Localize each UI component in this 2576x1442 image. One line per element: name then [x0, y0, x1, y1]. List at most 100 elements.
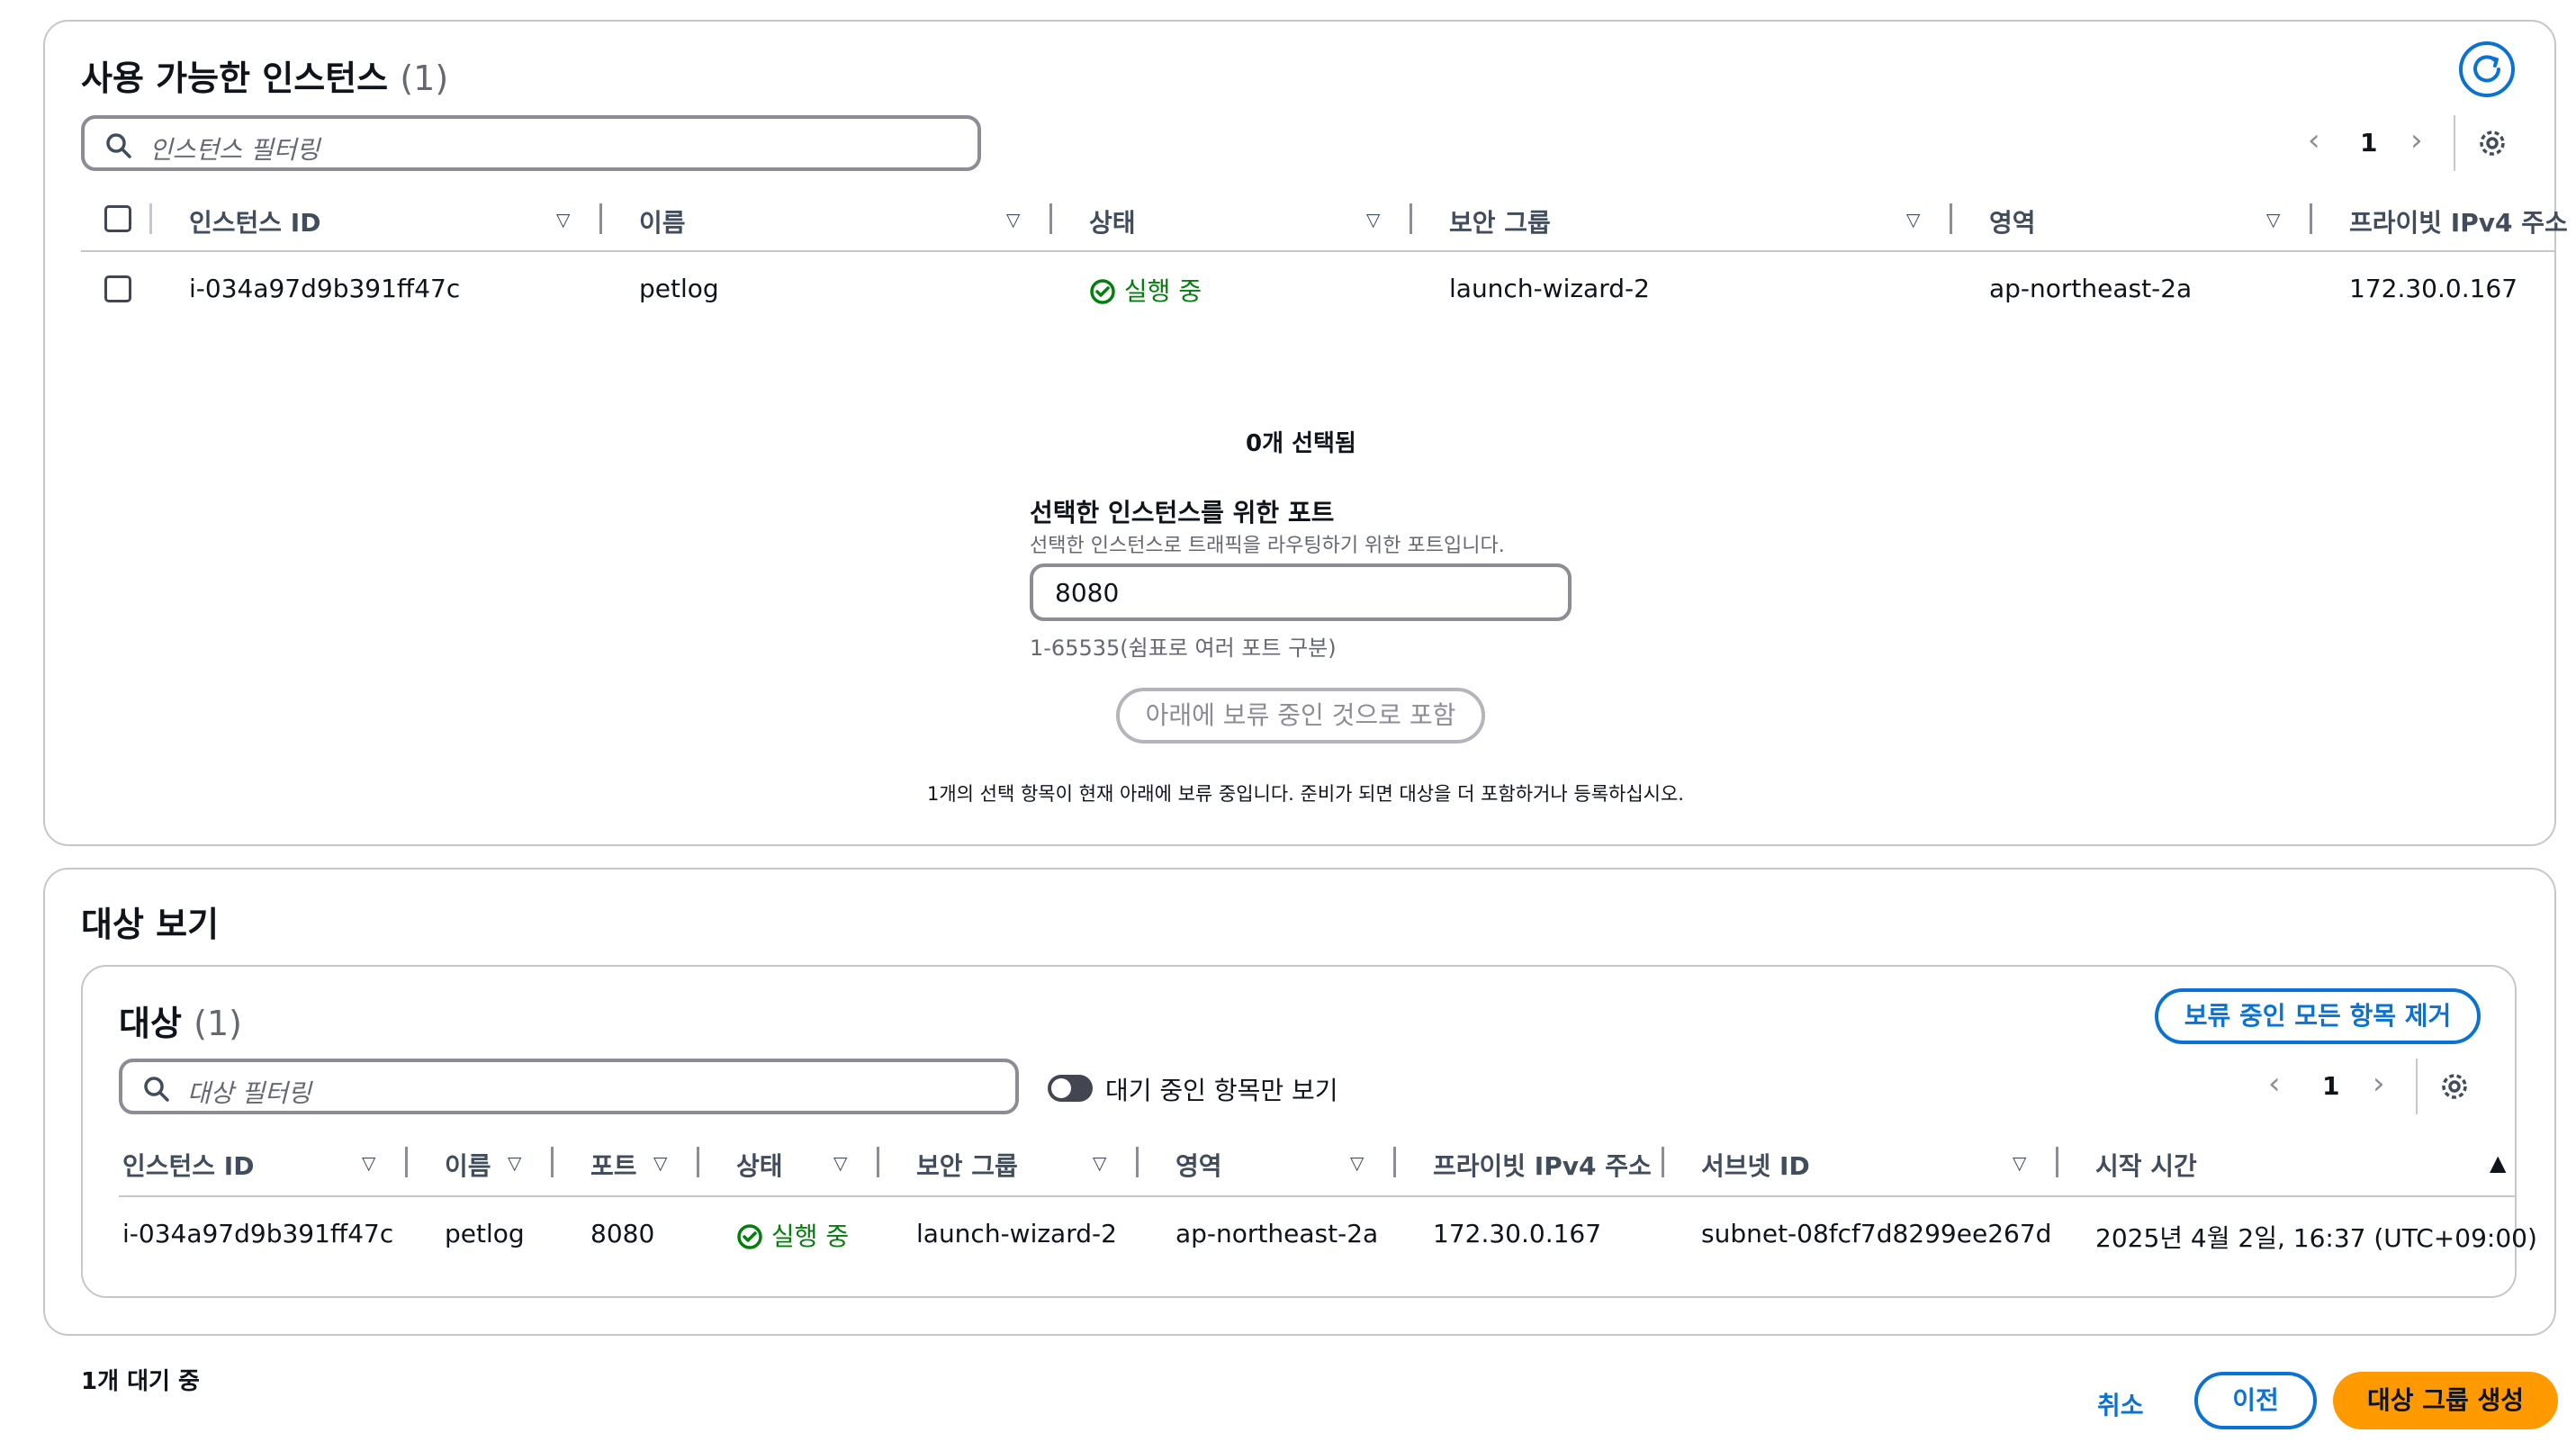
sort-down-icon[interactable]: ▽ — [1006, 209, 1020, 230]
column-divider — [599, 203, 602, 234]
column-header-instance-id[interactable]: 인스턴스 ID — [122, 1147, 254, 1183]
column-header-port[interactable]: 포트 — [590, 1147, 637, 1183]
port-label: 선택한 인스턴스를 위한 포트 — [1030, 498, 1335, 527]
targets-count: (1) — [194, 1004, 242, 1043]
column-divider — [2056, 1147, 2058, 1177]
pager-divider — [2416, 1059, 2418, 1114]
chevron-right-icon[interactable]: › — [2410, 122, 2423, 158]
column-header-security-group[interactable]: 보안 그룹 — [1449, 203, 1551, 239]
chevron-right-icon[interactable]: › — [2373, 1066, 2385, 1102]
status-success-icon — [737, 1224, 762, 1249]
previous-label: 이전 — [2232, 1385, 2279, 1415]
cell-subnet-id: subnet-08fcf7d8299ee267d — [1701, 1219, 2052, 1248]
port-input-value: 8080 — [1055, 578, 1120, 608]
cell-name: petlog — [639, 274, 719, 303]
sort-down-icon[interactable]: ▽ — [1093, 1152, 1106, 1174]
review-targets-title: 대상 보기 — [81, 905, 220, 944]
remove-all-pending-button[interactable]: 보류 중인 모든 항목 제거 — [2155, 988, 2481, 1044]
column-divider — [1136, 1147, 1139, 1177]
sort-down-icon[interactable]: ▽ — [556, 209, 570, 230]
column-header-name[interactable]: 이름 — [639, 203, 686, 239]
targets-title: 대상 — [119, 1004, 182, 1043]
cell-state: 실행 중 — [736, 1217, 849, 1253]
cell-zone: ap-northeast-2a — [1175, 1219, 1379, 1248]
port-input[interactable]: 8080 — [1030, 563, 1572, 621]
create-target-group-button[interactable]: 대상 그룹 생성 — [2333, 1372, 2558, 1429]
create-target-group-label: 대상 그룹 생성 — [2366, 1385, 2525, 1415]
chevron-left-icon[interactable]: ‹ — [2268, 1066, 2281, 1102]
sort-down-icon[interactable]: ▽ — [1906, 209, 1920, 230]
target-filter-input[interactable]: 대상 필터링 — [119, 1059, 1019, 1114]
refresh-button[interactable] — [2459, 41, 2515, 97]
chevron-left-icon[interactable]: ‹ — [2308, 122, 2320, 158]
selected-count: 0개 선택됨 — [1246, 430, 1356, 457]
row-select-checkbox[interactable] — [104, 275, 131, 302]
instance-filter-input[interactable]: 인스턴스 필터링 — [81, 115, 981, 171]
cell-security-group: launch-wizard-2 — [916, 1219, 1117, 1248]
cell-port: 8080 — [590, 1219, 655, 1248]
settings-icon — [2442, 1074, 2467, 1099]
column-divider — [551, 1147, 554, 1177]
sort-down-icon[interactable]: ▽ — [1366, 209, 1380, 230]
cell-launch-time: 2025년 4월 2일, 16:37 (UTC+09:00) — [2095, 1223, 2537, 1253]
cell-security-group: launch-wizard-2 — [1449, 274, 1650, 303]
sort-down-icon[interactable]: ▽ — [833, 1152, 847, 1174]
column-header-instance-id[interactable]: 인스턴스 ID — [189, 203, 320, 239]
column-header-subnet-id[interactable]: 서브넷 ID — [1701, 1147, 1810, 1183]
cell-name: petlog — [445, 1219, 525, 1248]
page-number[interactable]: 1 — [2360, 128, 2377, 158]
select-all-checkbox[interactable] — [104, 205, 131, 232]
column-divider — [697, 1147, 699, 1177]
column-header-private-ip[interactable]: 프라이빗 IPv4 주소 — [2349, 203, 2568, 239]
available-instances-count: (1) — [400, 59, 449, 98]
cell-zone: ap-northeast-2a — [1989, 274, 2193, 303]
toggle-switch[interactable] — [1048, 1075, 1093, 1102]
column-header-security-group[interactable]: 보안 그룹 — [916, 1147, 1018, 1183]
column-divider — [1950, 203, 1952, 234]
pending-count: 1개 대기 중 — [81, 1368, 200, 1395]
column-divider — [1393, 1147, 1396, 1177]
table-settings-button[interactable] — [2477, 128, 2508, 162]
port-hint: 1-65535(쉼표로 여러 포트 구분) — [1030, 635, 1337, 661]
settings-icon — [2480, 131, 2505, 156]
targets-heading: 대상 (1) — [119, 996, 242, 1045]
sort-up-icon[interactable]: ▲ — [2490, 1150, 2506, 1176]
available-instances-heading: 사용 가능한 인스턴스 (1) — [81, 50, 448, 100]
pending-note: 1개의 선택 항목이 현재 아래에 보류 중입니다. 준비가 되면 대상을 더 … — [927, 783, 1684, 805]
port-description: 선택한 인스턴스로 트래픽을 라우팅하기 위한 포트입니다. — [1030, 535, 1505, 557]
instance-filter-placeholder: 인스턴스 필터링 — [149, 135, 320, 165]
include-pending-button[interactable]: 아래에 보류 중인 것으로 포함 — [1116, 688, 1485, 744]
toggle-label: 대기 중인 항목만 보기 — [1105, 1076, 1338, 1105]
search-icon — [144, 1077, 169, 1102]
page-number[interactable]: 1 — [2322, 1071, 2339, 1101]
column-header-name[interactable]: 이름 — [445, 1147, 491, 1183]
sort-down-icon[interactable]: ▽ — [508, 1152, 521, 1174]
available-instances-title: 사용 가능한 인스턴스 — [81, 59, 389, 98]
sort-down-icon[interactable]: ▽ — [653, 1152, 667, 1174]
cell-state: 실행 중 — [1089, 272, 1202, 308]
cell-instance-id: i-034a97d9b391ff47c — [189, 274, 461, 303]
column-divider — [1662, 1147, 1664, 1177]
sort-down-icon[interactable]: ▽ — [362, 1152, 375, 1174]
sort-down-icon[interactable]: ▽ — [2266, 209, 2280, 230]
table-settings-button[interactable] — [2439, 1071, 2470, 1105]
column-header-zone[interactable]: 영역 — [1989, 203, 2036, 239]
column-header-state[interactable]: 상태 — [736, 1147, 783, 1183]
refresh-icon — [2473, 55, 2500, 83]
cell-instance-id: i-034a97d9b391ff47c — [122, 1219, 394, 1248]
column-divider — [405, 1147, 408, 1177]
search-icon — [106, 133, 131, 158]
column-header-launch-time[interactable]: 시작 시간 — [2095, 1147, 2197, 1183]
sort-down-icon[interactable]: ▽ — [1350, 1152, 1364, 1174]
cell-private-ip: 172.30.0.167 — [2349, 274, 2518, 303]
cell-state-text: 실행 중 — [770, 1221, 850, 1251]
column-header-state[interactable]: 상태 — [1089, 203, 1136, 239]
cancel-button[interactable]: 취소 — [2097, 1386, 2144, 1422]
sort-down-icon[interactable]: ▽ — [2013, 1152, 2026, 1174]
column-divider — [1410, 203, 1412, 234]
column-header-private-ip[interactable]: 프라이빗 IPv4 주소 — [1433, 1147, 1652, 1183]
toggle-knob — [1051, 1078, 1071, 1098]
include-pending-label: 아래에 보류 중인 것으로 포함 — [1145, 700, 1456, 730]
previous-button[interactable]: 이전 — [2194, 1372, 2317, 1429]
column-header-zone[interactable]: 영역 — [1175, 1147, 1222, 1183]
